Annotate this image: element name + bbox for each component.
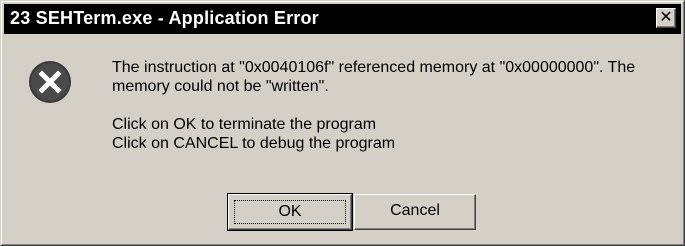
close-button[interactable]: ✕ — [656, 8, 676, 28]
title-bar[interactable]: 23 SEHTerm.exe - Application Error ✕ — [4, 4, 681, 34]
message-line: Click on OK to terminate the program — [112, 116, 377, 133]
ok-button-label: OK — [234, 200, 346, 224]
cancel-button[interactable]: Cancel — [354, 194, 476, 230]
error-dialog: 23 SEHTerm.exe - Application Error ✕ The… — [0, 0, 685, 246]
window-title: 23 SEHTerm.exe - Application Error — [10, 8, 319, 28]
message-line: The instruction at "0x0040106f" referenc… — [112, 59, 636, 76]
message-line: Click on CANCEL to debug the program — [112, 135, 396, 152]
dialog-frame: 23 SEHTerm.exe - Application Error ✕ The… — [1, 1, 684, 245]
message-line: memory could not be "written". — [112, 78, 329, 95]
ok-button[interactable]: OK — [227, 193, 353, 231]
error-message: The instruction at "0x0040106f" referenc… — [112, 58, 682, 153]
close-icon: ✕ — [659, 7, 673, 26]
error-icon — [28, 60, 72, 104]
